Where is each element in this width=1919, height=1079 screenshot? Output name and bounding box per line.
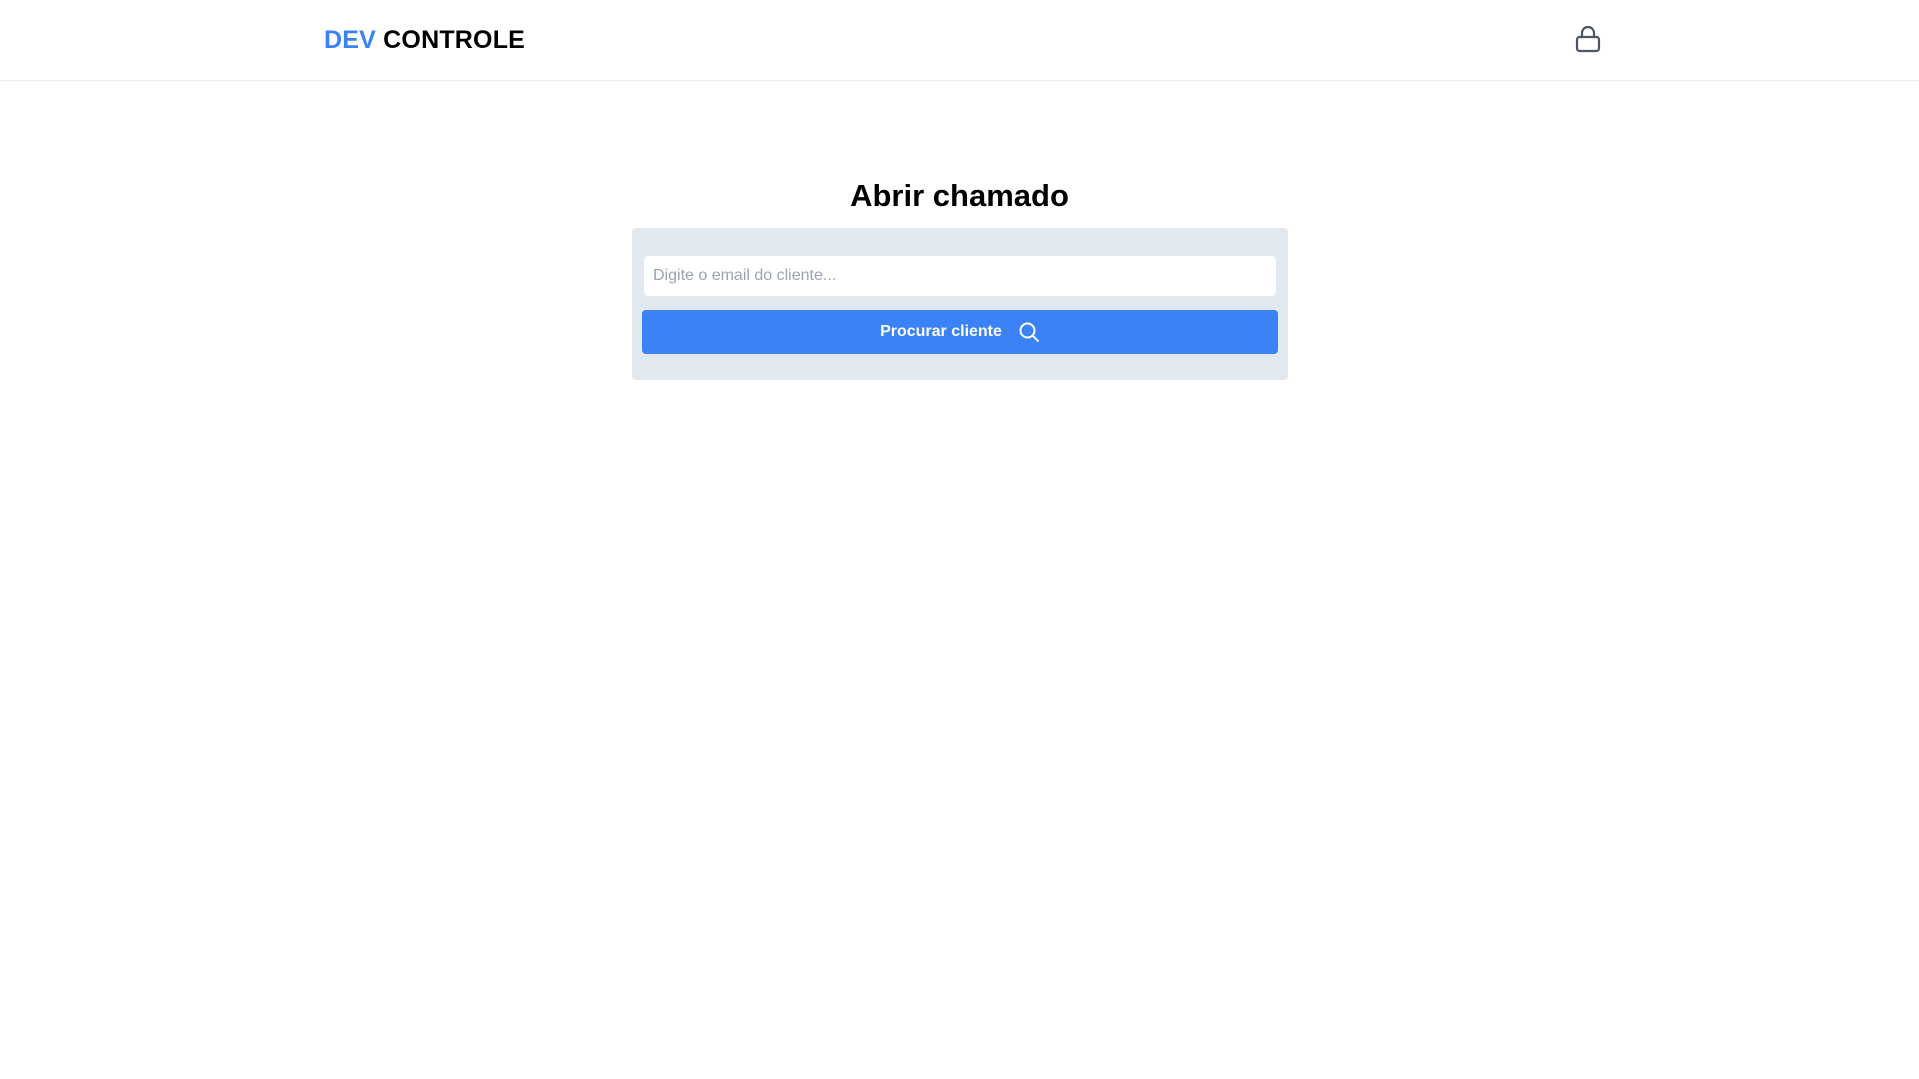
logo-controle: CONTROLE — [383, 26, 526, 54]
search-icon — [1018, 321, 1040, 343]
lock-icon — [1575, 25, 1601, 58]
search-client-button-label: Procurar cliente — [880, 323, 1002, 340]
page-title: Abrir chamado — [850, 178, 1069, 213]
email-input[interactable] — [644, 256, 1276, 296]
app-header: DEV CONTROLE — [0, 0, 1919, 81]
logout-button[interactable] — [1570, 25, 1606, 57]
search-client-card: Procurar cliente — [632, 228, 1288, 380]
logo-dev: DEV — [324, 26, 377, 54]
search-client-button[interactable]: Procurar cliente — [642, 310, 1278, 354]
app-logo[interactable]: DEV CONTROLE — [324, 26, 525, 55]
